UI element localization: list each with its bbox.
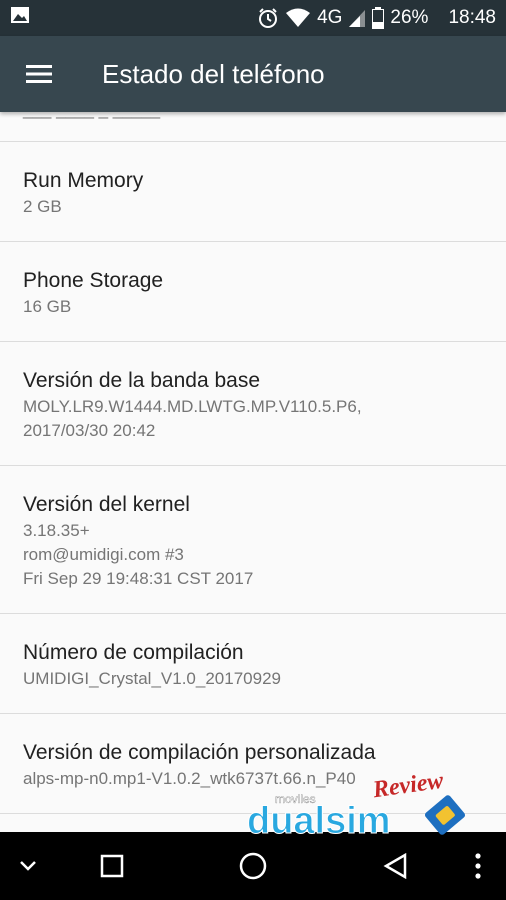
- status-bar: 4G 26% 18:48: [0, 0, 506, 36]
- recents-icon[interactable]: [82, 832, 142, 900]
- list-item-baseband-version[interactable]: Versión de la banda base MOLY.LR9.W1444.…: [0, 342, 506, 466]
- toolbar: Estado del teléfono: [0, 36, 506, 112]
- item-summary: 2 GB: [23, 197, 62, 216]
- clock: 18:48: [448, 7, 496, 28]
- signal-icon: [348, 8, 366, 28]
- item-summary: UMIDIGI_Crystal_V1.0_20170929: [23, 669, 281, 688]
- hamburger-menu-icon[interactable]: [0, 36, 78, 112]
- list-item-build-number[interactable]: Número de compilación UMIDIGI_Crystal_V1…: [0, 614, 506, 714]
- partial-item-summary: ___ ____ _ _____: [23, 112, 160, 120]
- item-summary: MOLY.LR9.W1444.MD.LWTG.MP.V110.5.P6, 201…: [23, 397, 362, 440]
- list-item-phone-storage[interactable]: Phone Storage 16 GB: [0, 242, 506, 342]
- item-summary: 3.18.35+ rom@umidigi.com #3 Fri Sep 29 1…: [23, 521, 254, 588]
- dualsim-watermark-logo: moviles dualsim Review: [245, 768, 485, 845]
- battery-level: 26%: [390, 7, 429, 28]
- collapse-icon[interactable]: [0, 832, 56, 900]
- list-item-run-memory[interactable]: Run Memory 2 GB: [0, 142, 506, 242]
- watermark-brand-text: dualsim: [247, 800, 391, 842]
- item-title: Número de compilación: [23, 641, 244, 664]
- item-title: Versión del kernel: [23, 493, 190, 516]
- page-title: Estado del teléfono: [102, 58, 325, 89]
- item-title: Versión de compilación personalizada: [23, 741, 376, 764]
- battery-icon: [372, 7, 385, 29]
- item-summary: 16 GB: [23, 297, 72, 316]
- partial-list-item[interactable]: ___ ____ _ _____: [0, 112, 506, 142]
- item-title: Versión de la banda base: [23, 369, 261, 392]
- item-title: Phone Storage: [23, 269, 164, 292]
- sim-card-icon: [424, 795, 466, 835]
- item-title: Run Memory: [23, 169, 144, 192]
- network-type: 4G: [317, 7, 343, 28]
- list-item-kernel-version[interactable]: Versión del kernel 3.18.35+ rom@umidigi.…: [0, 466, 506, 614]
- wifi-icon: [285, 8, 311, 28]
- settings-list[interactable]: ___ ____ _ _____ Run Memory 2 GB Phone S…: [0, 112, 506, 832]
- alarm-icon: [257, 7, 279, 29]
- watermark-badge-text: Review: [370, 773, 446, 803]
- image-icon: [10, 6, 30, 30]
